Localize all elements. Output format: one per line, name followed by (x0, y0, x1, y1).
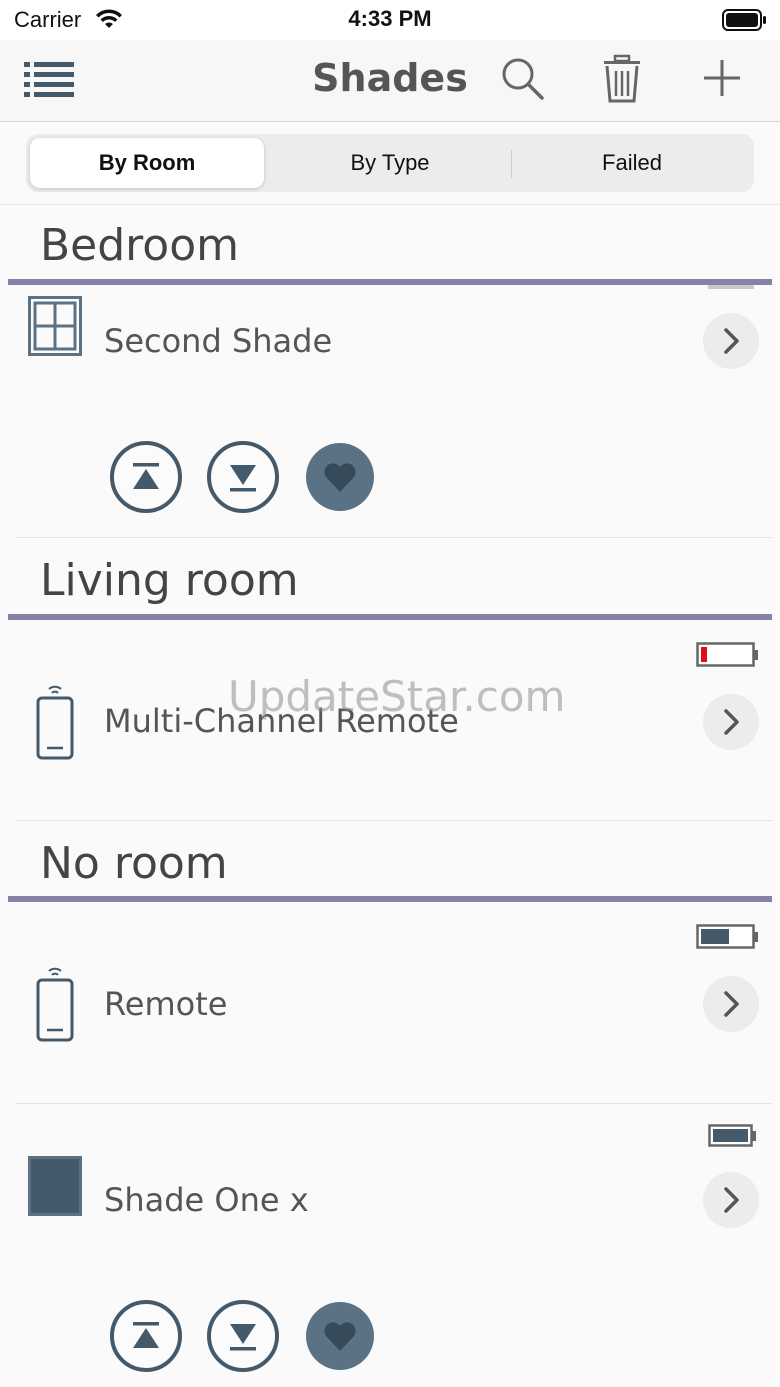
room-divider (8, 896, 772, 902)
add-icon[interactable] (702, 58, 742, 98)
chevron-right-icon[interactable] (703, 1172, 759, 1228)
chevron-right-icon[interactable] (703, 976, 759, 1032)
row-divider (16, 1103, 772, 1104)
header-divider (0, 204, 780, 205)
nav-bar: Shades (0, 40, 780, 122)
page-title: Shades (312, 56, 468, 100)
room-title-no-room: No room (40, 838, 228, 889)
room-title-bedroom: Bedroom (40, 220, 240, 271)
chevron-right-icon[interactable] (703, 313, 759, 369)
segment-failed[interactable]: Failed (514, 138, 750, 188)
battery-icon-partial (708, 285, 754, 289)
segment-by-type[interactable]: By Type (272, 138, 508, 188)
room-divider (8, 279, 772, 285)
remote-icon (36, 684, 74, 765)
status-bar: Carrier 4:33 PM (0, 0, 780, 40)
item-label: Remote (104, 985, 228, 1023)
chevron-right-icon[interactable] (703, 694, 759, 750)
solid-shade-icon (28, 1156, 82, 1221)
battery-half-icon (696, 924, 760, 955)
segment-divider (511, 150, 512, 178)
item-label: Second Shade (104, 322, 333, 360)
open-shade-button[interactable] (110, 441, 182, 513)
room-divider (8, 614, 772, 620)
search-icon[interactable] (500, 56, 546, 102)
battery-low-icon (696, 642, 760, 673)
clock: 4:33 PM (348, 6, 432, 31)
open-shade-button[interactable] (110, 1300, 182, 1372)
favorite-heart-icon[interactable] (306, 443, 374, 511)
close-shade-button[interactable] (207, 441, 279, 513)
segment-by-room[interactable]: By Room (30, 138, 264, 188)
battery-full-icon (708, 1124, 758, 1153)
row-divider (16, 820, 772, 821)
favorite-heart-icon[interactable] (306, 1302, 374, 1370)
trash-icon[interactable] (600, 54, 644, 104)
remote-icon (36, 966, 74, 1047)
item-label: Shade One x (104, 1181, 309, 1219)
close-shade-button[interactable] (207, 1300, 279, 1372)
item-label: Multi-Channel Remote (104, 702, 459, 740)
view-segmented-control: By Room By Type Failed (26, 134, 754, 192)
room-title-living-room: Living room (40, 555, 299, 606)
battery-status-icon (722, 9, 768, 36)
row-divider (16, 537, 772, 538)
window-shade-icon (28, 296, 82, 361)
